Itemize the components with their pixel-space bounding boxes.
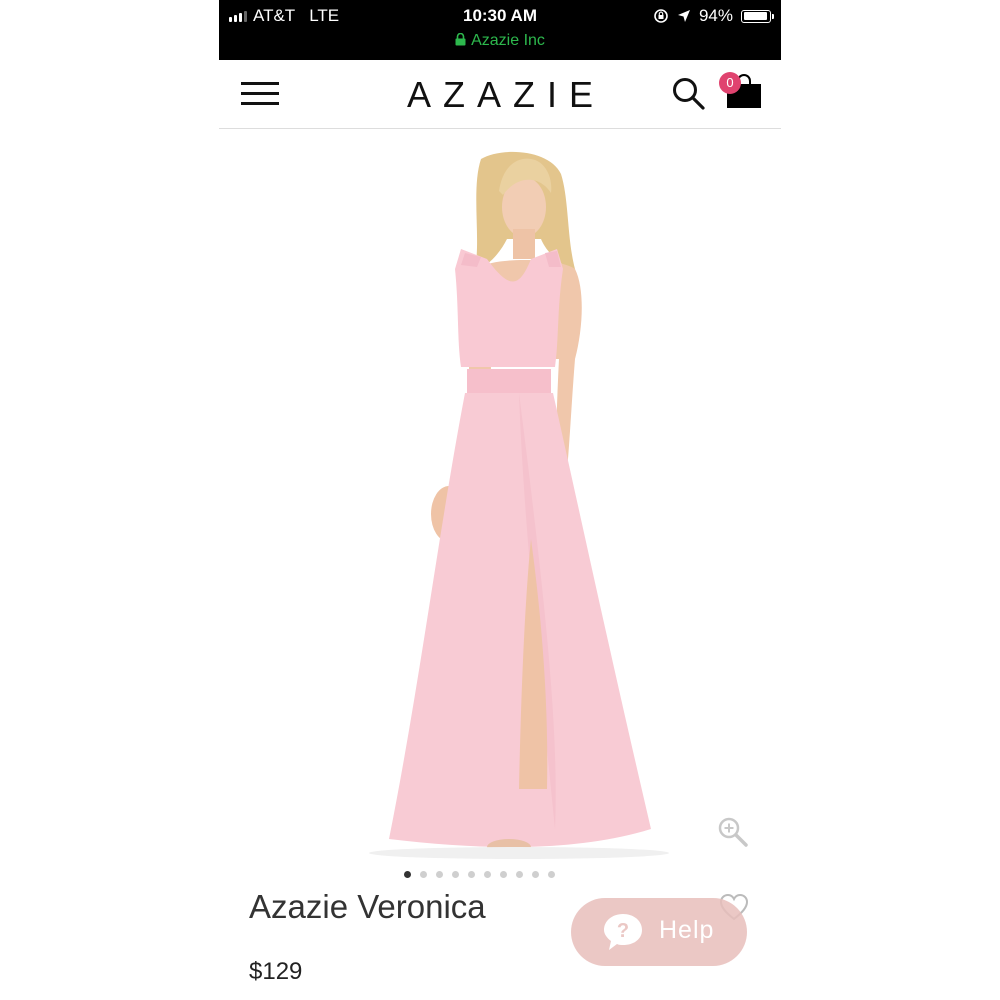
cart-button[interactable]: 0 xyxy=(719,72,765,116)
carousel-dot[interactable] xyxy=(499,871,507,878)
carousel-dot[interactable] xyxy=(483,871,491,878)
battery-icon xyxy=(741,9,774,23)
help-button[interactable]: ? Help xyxy=(571,898,747,966)
site-name: Azazie Inc xyxy=(471,32,545,49)
dress-model-image xyxy=(369,151,669,859)
lock-icon xyxy=(455,32,466,46)
carousel-dot[interactable] xyxy=(435,871,443,878)
carousel-dot[interactable] xyxy=(451,871,459,878)
svg-text:?: ? xyxy=(617,920,629,942)
secure-site-label[interactable]: Azazie Inc xyxy=(219,32,781,50)
carousel-dot[interactable] xyxy=(531,871,539,878)
carousel-dot[interactable] xyxy=(403,871,411,878)
zoom-in-icon xyxy=(718,817,748,847)
rotation-lock-icon xyxy=(654,9,668,23)
carousel-dot[interactable] xyxy=(547,871,555,878)
search-icon xyxy=(673,78,705,110)
battery-percent: 94% xyxy=(698,6,733,25)
product-name: Azazie Veronica xyxy=(249,888,486,925)
site-header: AZAZIE 0 xyxy=(219,60,781,129)
status-bar: AT&T LTE 10:30 AM Azazie Inc 94% xyxy=(219,0,781,60)
carousel-dot[interactable] xyxy=(419,871,427,878)
phone-screen: AT&T LTE 10:30 AM Azazie Inc 94% AZAZIE … xyxy=(219,0,781,1000)
cart-count-badge: 0 xyxy=(719,72,741,94)
help-label: Help xyxy=(659,916,715,944)
carousel-dot[interactable] xyxy=(467,871,475,878)
location-arrow-icon xyxy=(677,10,690,22)
zoom-button[interactable] xyxy=(717,816,749,848)
carousel-dot[interactable] xyxy=(515,871,523,878)
battery-fill xyxy=(743,12,767,20)
product-image[interactable] xyxy=(219,129,781,864)
image-carousel-dots xyxy=(219,871,781,878)
product-price: $129 xyxy=(249,958,303,985)
question-bubble-icon: ? xyxy=(604,914,642,950)
status-right-group: 94% xyxy=(653,6,774,26)
search-button[interactable] xyxy=(671,76,707,112)
